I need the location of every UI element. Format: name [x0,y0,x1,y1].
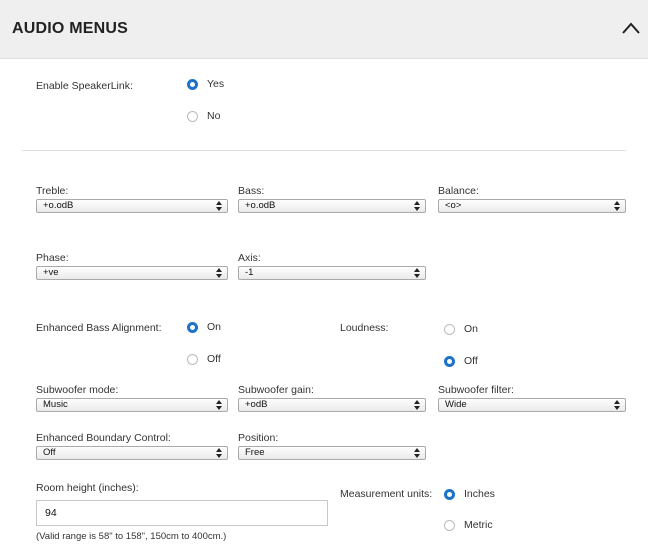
sub-mode-label: Subwoofer mode: [36,384,119,396]
loudness-off-radio[interactable]: Off [444,355,478,367]
select-arrows-icon [216,268,222,278]
units-metric-radio[interactable]: Metric [444,519,493,531]
eba-off-radio[interactable]: Off [187,353,221,365]
select-arrows-icon [414,400,420,410]
loudness-label: Loudness: [340,322,389,334]
speakerlink-label: Enable SpeakerLink: [36,80,133,92]
radio-checked-icon [187,321,198,333]
bass-select[interactable]: +o.odB [238,199,426,213]
select-arrows-icon [216,400,222,410]
room-height-input[interactable] [36,500,328,526]
treble-select[interactable]: +o.odB [36,199,228,213]
radio-checked-icon [187,78,198,90]
sub-gain-label: Subwoofer gain: [238,384,314,396]
room-height-hint: (Valid range is 58" to 158", 150cm to 40… [36,531,227,542]
ebc-label: Enhanced Boundary Control: [36,432,171,444]
select-arrows-icon [216,448,222,458]
phase-select[interactable]: +ve [36,266,228,280]
sub-filter-label: Subwoofer filter: [438,384,514,396]
room-height-label: Room height (inches): [36,482,139,494]
loudness-on-radio[interactable]: On [444,323,478,335]
position-label: Position: [238,432,279,444]
select-arrows-icon [414,201,420,211]
treble-label: Treble: [36,185,69,197]
section-title: AUDIO MENUS [12,20,128,37]
select-arrows-icon [414,448,420,458]
sub-filter-select[interactable]: Wide [438,398,626,412]
phase-label: Phase: [36,252,69,264]
radio-unchecked-icon [444,323,455,335]
sub-gain-select[interactable]: +odB [238,398,426,412]
section-header: AUDIO MENUS [0,0,648,59]
select-arrows-icon [216,201,222,211]
balance-label: Balance: [438,185,479,197]
position-select[interactable]: Free [238,446,426,460]
select-arrows-icon [414,268,420,278]
select-arrows-icon [614,201,620,211]
axis-label: Axis: [238,252,261,264]
units-inches-radio[interactable]: Inches [444,488,495,500]
radio-unchecked-icon [444,519,455,531]
ebc-select[interactable]: Off [36,446,228,460]
section-divider [22,150,626,151]
speakerlink-yes-radio[interactable]: Yes [187,78,224,90]
select-arrows-icon [614,400,620,410]
axis-select[interactable]: -1 [238,266,426,280]
eba-on-radio[interactable]: On [187,321,221,333]
balance-select[interactable]: <o> [438,199,626,213]
speakerlink-no-radio[interactable]: No [187,110,220,122]
radio-checked-icon [444,355,455,367]
units-label: Measurement units: [340,488,433,500]
radio-checked-icon [444,488,455,500]
sub-mode-select[interactable]: Music [36,398,228,412]
chevron-up-icon[interactable] [620,20,642,36]
radio-unchecked-icon [187,110,198,122]
bass-label: Bass: [238,185,265,197]
eba-label: Enhanced Bass Alignment: [36,322,162,334]
radio-unchecked-icon [187,353,198,365]
